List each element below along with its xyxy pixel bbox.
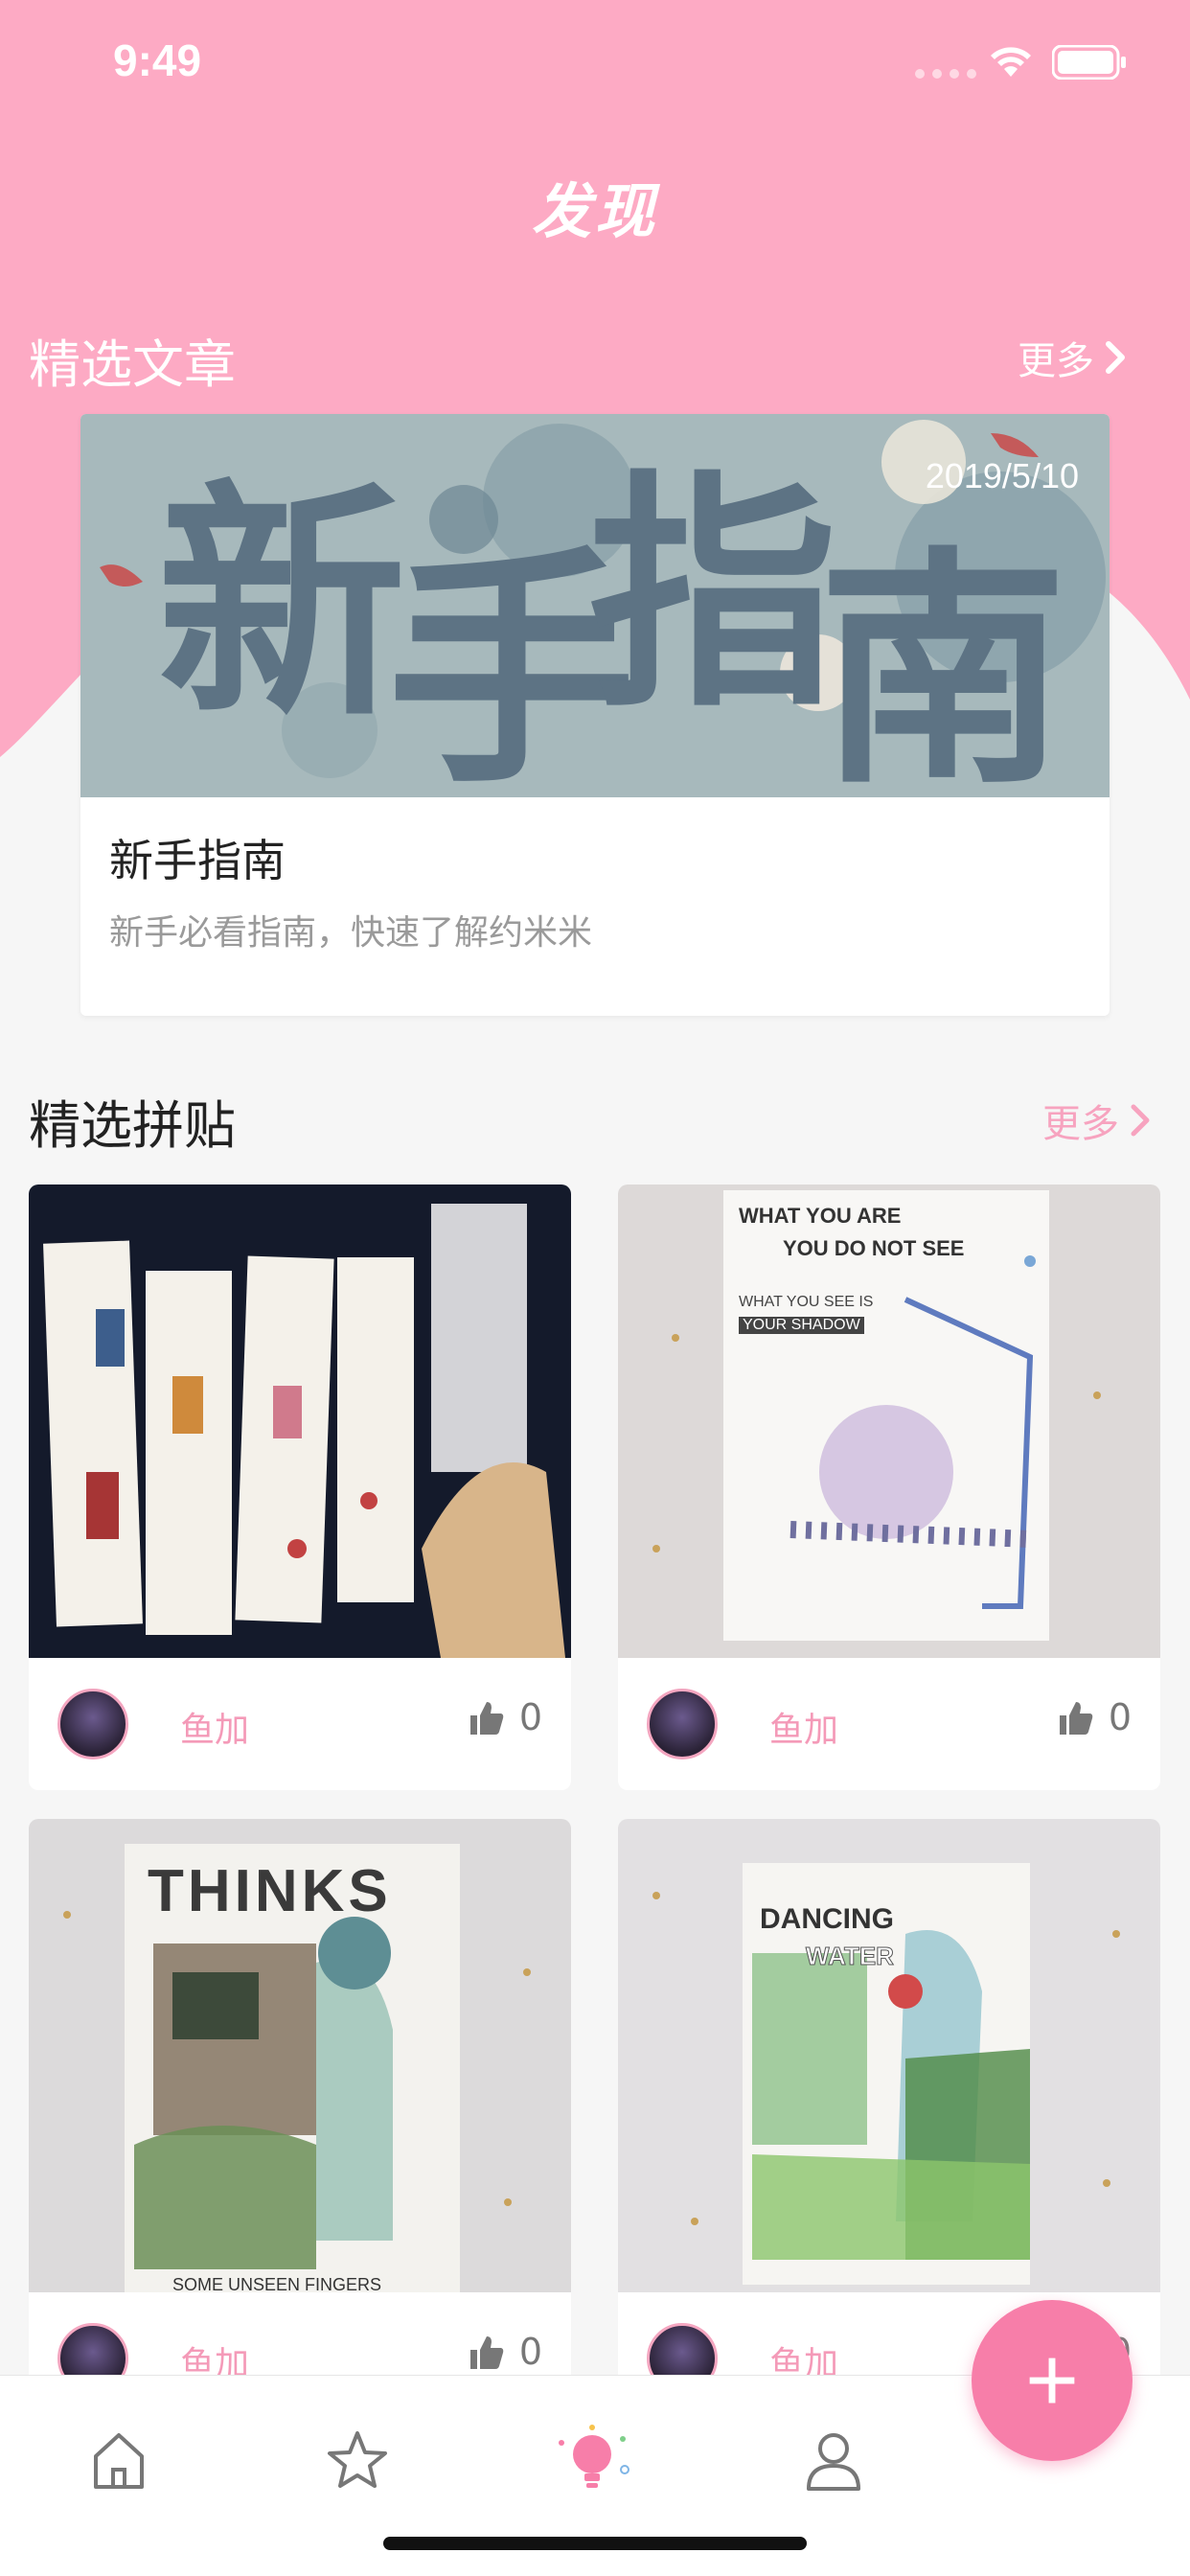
- collage-footer: 鱼加 0: [618, 1658, 1160, 1790]
- sticker-text: WHAT YOU SEE IS: [739, 1294, 874, 1310]
- collage-footer: 鱼加 0: [29, 1658, 571, 1790]
- like-count: 0: [518, 2331, 542, 2373]
- cellular-signal-icon: [915, 69, 976, 79]
- sticker-strips-illustration: [43, 1204, 565, 1658]
- wifi-icon: [991, 47, 1031, 77]
- collage-photo: [29, 1184, 571, 1658]
- collage-photo: THINKS SOME UNSEEN FINGERS: [29, 1819, 571, 2292]
- article-title: 新手指南: [109, 835, 286, 886]
- featured-articles-more-button[interactable]: 更多: [1018, 330, 1129, 385]
- profile-icon: [807, 2433, 860, 2491]
- article-date: 2019/5/10: [925, 456, 1079, 495]
- thumbs-up-icon: [1059, 1702, 1093, 1735]
- featured-collages-title: 精选拼贴: [29, 1095, 236, 1156]
- sticker-text: WATER: [806, 1942, 895, 1971]
- home-icon: [94, 2433, 144, 2489]
- banner-text-char: 南: [818, 528, 1067, 797]
- more-label: 更多: [1042, 1102, 1119, 1146]
- thumbs-up-icon: [469, 1702, 504, 1735]
- thumbs-up-icon: [469, 2336, 504, 2369]
- collage-photo: DANCING WATER: [618, 1819, 1160, 2292]
- sticker-text: YOUR SHADOW: [739, 1317, 864, 1334]
- like-button[interactable]: 0: [1057, 1696, 1132, 1738]
- add-post-button[interactable]: +: [972, 2300, 1133, 2461]
- like-button[interactable]: 0: [468, 1696, 542, 1738]
- article-card[interactable]: 新 手 指 南 2019/5/10 新手指南 新手必看指南，快速了解约米米: [80, 414, 1110, 1016]
- status-bar: 9:49: [0, 0, 1190, 125]
- status-time: 9:49: [113, 35, 202, 85]
- chevron-right-icon: [1106, 341, 1125, 374]
- banner-text-char: 新: [157, 461, 406, 750]
- sticker-text: THINKS: [148, 1858, 392, 1924]
- sticker-text: YOU DO NOT SEE: [783, 1236, 965, 1260]
- collage-photo: WHAT YOU ARE YOU DO NOT SEE WHAT YOU SEE…: [618, 1184, 1160, 1658]
- sticker-text: WHAT YOU ARE: [739, 1204, 902, 1228]
- collage-card[interactable]: WHAT YOU ARE YOU DO NOT SEE WHAT YOU SEE…: [618, 1184, 1160, 1790]
- battery-icon: [1052, 45, 1126, 80]
- article-description: 新手必看指南，快速了解约米米: [109, 913, 593, 953]
- sticker-text: SOME UNSEEN FINGERS: [172, 2275, 382, 2292]
- tab-profile[interactable]: [795, 2422, 872, 2498]
- like-count: 0: [518, 1696, 542, 1738]
- banner-text-char: 指: [588, 451, 837, 741]
- star-icon: [328, 2431, 387, 2488]
- page-title: 发现: [531, 176, 658, 246]
- home-indicator: [383, 2537, 807, 2550]
- avatar[interactable]: [647, 1689, 718, 1760]
- article-banner-image: 新 手 指 南 2019/5/10: [80, 414, 1110, 797]
- dancing-water-illustration: [652, 1892, 1120, 2260]
- author-name[interactable]: 鱼加: [180, 1702, 249, 1752]
- author-name[interactable]: 鱼加: [769, 1702, 838, 1752]
- tab-discover[interactable]: [554, 2422, 630, 2498]
- tab-home[interactable]: [80, 2422, 157, 2498]
- featured-articles-title: 精选文章: [29, 334, 236, 395]
- like-button[interactable]: 0: [468, 2331, 542, 2373]
- collage-card[interactable]: 鱼加 0: [29, 1184, 571, 1790]
- avatar[interactable]: [57, 1689, 128, 1760]
- featured-collages-more-button[interactable]: 更多: [1042, 1092, 1154, 1148]
- like-count: 0: [1108, 1696, 1132, 1738]
- sticker-text: DANCING: [760, 1903, 894, 1935]
- chevron-right-icon: [1131, 1104, 1150, 1137]
- lightbulb-icon: [559, 2425, 629, 2488]
- collage-card[interactable]: THINKS SOME UNSEEN FINGERS 鱼加 0: [29, 1819, 571, 2425]
- more-label: 更多: [1018, 339, 1094, 383]
- tab-favorites[interactable]: [319, 2422, 396, 2498]
